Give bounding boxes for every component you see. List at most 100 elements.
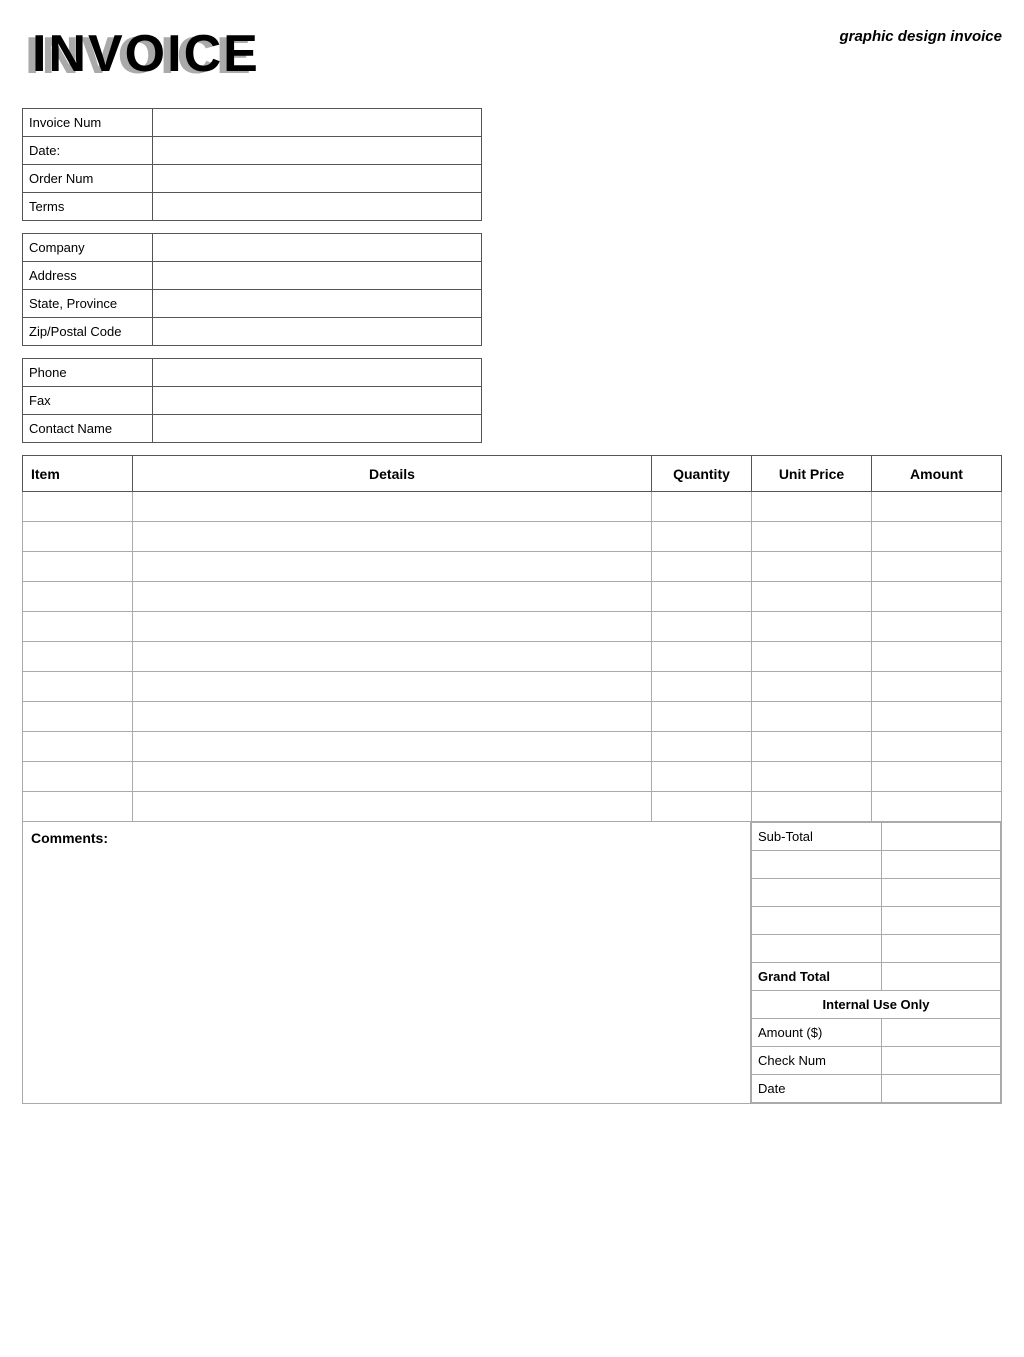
item-cell[interactable] [23,582,133,612]
quantity-cell[interactable] [652,522,752,552]
contact-info-value[interactable] [152,359,481,387]
internal-field-value[interactable] [881,1075,1000,1103]
amount-cell[interactable] [872,732,1002,762]
company-info-value[interactable] [152,262,481,290]
details-col-header: Details [133,456,652,492]
unit-price-cell[interactable] [752,612,872,642]
totals-blank-row [752,851,1001,879]
amount-cell[interactable] [872,672,1002,702]
amount-cell[interactable] [872,492,1002,522]
amount-cell[interactable] [872,642,1002,672]
company-info-label: Company [23,234,153,262]
totals-blank-value[interactable] [881,879,1000,907]
details-cell[interactable] [133,552,652,582]
contact-info-value[interactable] [152,387,481,415]
unit-price-cell[interactable] [752,792,872,822]
details-cell[interactable] [133,642,652,672]
company-info-label: State, Province [23,290,153,318]
price-col-header: Unit Price [752,456,872,492]
contact-info-value[interactable] [152,415,481,443]
item-cell[interactable] [23,792,133,822]
table-row [23,702,1002,732]
table-row [23,612,1002,642]
details-cell[interactable] [133,762,652,792]
table-row [23,492,1002,522]
totals-blank-value[interactable] [881,935,1000,963]
grand-total-label: Grand Total [752,963,882,991]
details-cell[interactable] [133,792,652,822]
item-col-header: Item [23,456,133,492]
totals-blank-row [752,907,1001,935]
details-cell[interactable] [133,732,652,762]
quantity-cell[interactable] [652,492,752,522]
company-info-row: Company [23,234,482,262]
invoice-info-value[interactable] [152,165,481,193]
item-cell[interactable] [23,732,133,762]
details-cell[interactable] [133,522,652,552]
quantity-cell[interactable] [652,552,752,582]
totals-blank-label [752,851,882,879]
amount-cell[interactable] [872,522,1002,552]
amount-cell[interactable] [872,762,1002,792]
quantity-cell[interactable] [652,582,752,612]
invoice-info-value[interactable] [152,193,481,221]
invoice-info-row: Date: [23,137,482,165]
quantity-cell[interactable] [652,762,752,792]
internal-field-value[interactable] [881,1047,1000,1075]
company-info-row: Zip/Postal Code [23,318,482,346]
unit-price-cell[interactable] [752,702,872,732]
page-wrapper: graphic design invoice INVOICE INVOICE I… [22,28,1002,1104]
company-info-value[interactable] [152,234,481,262]
details-cell[interactable] [133,672,652,702]
company-info-value[interactable] [152,318,481,346]
sub-total-value[interactable] [881,823,1000,851]
quantity-cell[interactable] [652,672,752,702]
company-info-row: Address [23,262,482,290]
item-cell[interactable] [23,612,133,642]
amount-cell[interactable] [872,582,1002,612]
internal-field-value[interactable] [881,1019,1000,1047]
item-cell[interactable] [23,492,133,522]
company-info-value[interactable] [152,290,481,318]
totals-blank-value[interactable] [881,851,1000,879]
amount-cell[interactable] [872,552,1002,582]
unit-price-cell[interactable] [752,492,872,522]
item-cell[interactable] [23,672,133,702]
quantity-cell[interactable] [652,612,752,642]
unit-price-cell[interactable] [752,522,872,552]
invoice-info-value[interactable] [152,137,481,165]
amount-cell[interactable] [872,792,1002,822]
quantity-cell[interactable] [652,732,752,762]
details-cell[interactable] [133,612,652,642]
quantity-cell[interactable] [652,642,752,672]
contact-info-section: Phone Fax Contact Name [22,358,1002,443]
unit-price-cell[interactable] [752,552,872,582]
invoice-info-value[interactable] [152,109,481,137]
internal-field-row: Date [752,1075,1001,1103]
item-cell[interactable] [23,522,133,552]
amount-cell[interactable] [872,702,1002,732]
totals-blank-label [752,879,882,907]
details-cell[interactable] [133,492,652,522]
unit-price-cell[interactable] [752,642,872,672]
unit-price-cell[interactable] [752,762,872,792]
table-row [23,522,1002,552]
item-cell[interactable] [23,552,133,582]
item-cell[interactable] [23,762,133,792]
quantity-cell[interactable] [652,792,752,822]
invoice-info-label: Order Num [23,165,153,193]
grand-total-value[interactable] [881,963,1000,991]
item-cell[interactable] [23,702,133,732]
unit-price-cell[interactable] [752,582,872,612]
totals-blank-value[interactable] [881,907,1000,935]
totals-blank-row [752,935,1001,963]
quantity-cell[interactable] [652,702,752,732]
unit-price-cell[interactable] [752,672,872,702]
amount-cell[interactable] [872,612,1002,642]
item-cell[interactable] [23,642,133,672]
qty-col-header: Quantity [652,456,752,492]
invoice-info-row: Terms [23,193,482,221]
unit-price-cell[interactable] [752,732,872,762]
details-cell[interactable] [133,702,652,732]
details-cell[interactable] [133,582,652,612]
